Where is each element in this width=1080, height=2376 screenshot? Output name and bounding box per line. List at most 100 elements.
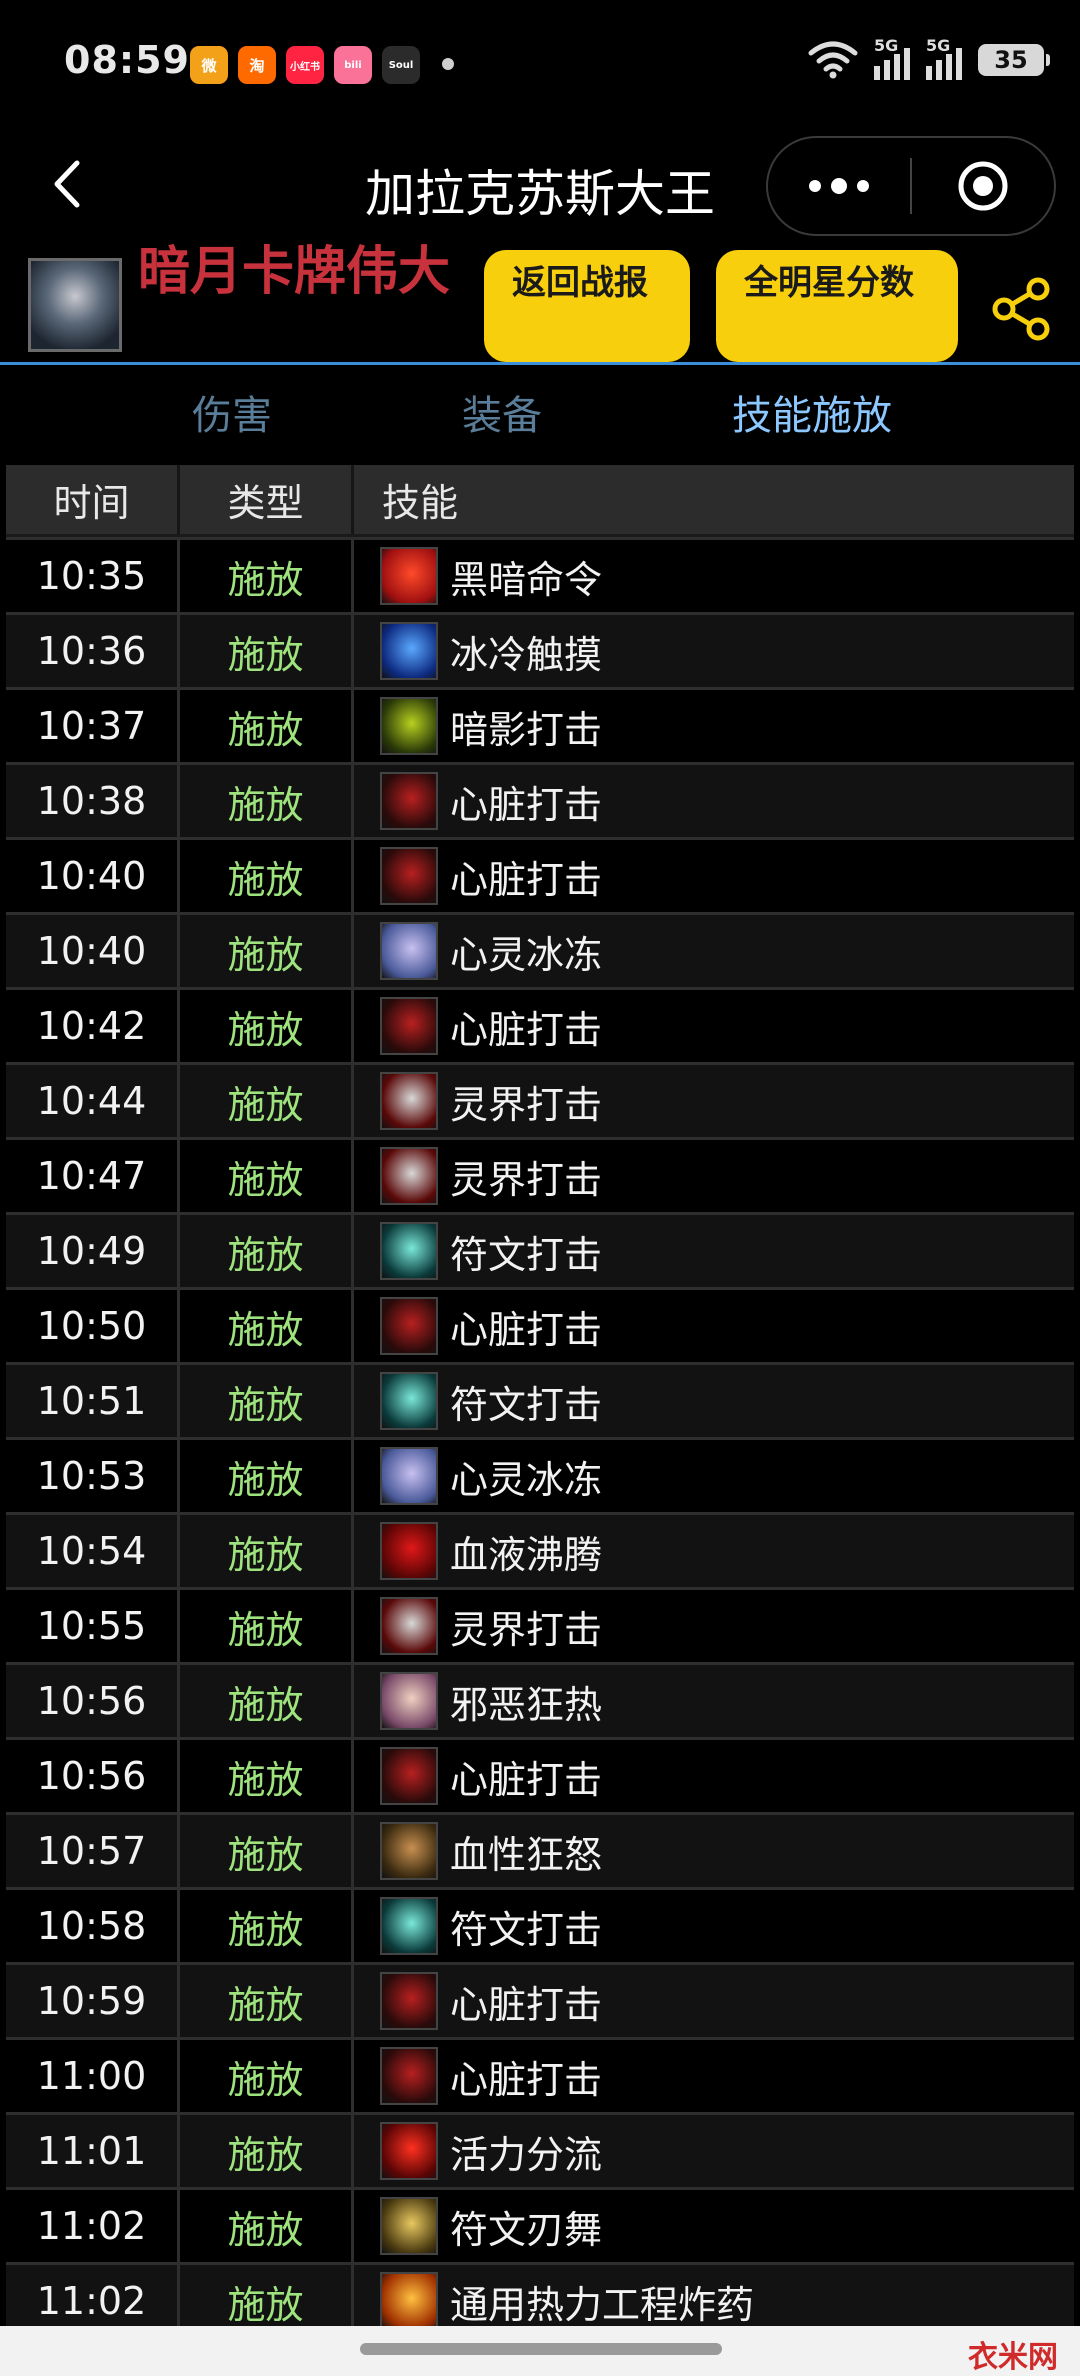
cell-type: 施放	[180, 1065, 354, 1137]
close-miniprogram-button[interactable]	[912, 138, 1054, 234]
cell-type: 施放	[180, 1890, 354, 1962]
table-row: 10:55 施放 灵界打击	[6, 1587, 1074, 1662]
cell-time: 10:49	[6, 1215, 180, 1287]
cell-skill: 心脏打击	[354, 840, 1074, 912]
cell-time: 10:36	[6, 615, 180, 687]
home-indicator[interactable]	[360, 2343, 722, 2355]
tab-damage[interactable]: 伤害	[192, 383, 272, 441]
tab-equipment[interactable]: 装备	[462, 383, 542, 441]
mind-freeze-icon	[380, 1447, 438, 1505]
cell-time: 10:40	[6, 840, 180, 912]
cell-time: 10:51	[6, 1365, 180, 1437]
return-report-button[interactable]: 返回战报	[484, 250, 690, 362]
skill-name: 暗影打击	[450, 707, 603, 752]
signal-1-icon: 5G	[874, 36, 910, 80]
cell-type: 施放	[180, 1515, 354, 1587]
cell-type: 施放	[180, 2115, 354, 2187]
cell-type: 施放	[180, 1590, 354, 1662]
cell-skill: 心灵冰冻	[354, 915, 1074, 987]
cell-type: 施放	[180, 1665, 354, 1737]
share-button[interactable]	[986, 274, 1056, 344]
table-row: 10:51 施放 符文打击	[6, 1362, 1074, 1437]
notification-icons: 微淘小红书 bili Soul	[190, 46, 420, 84]
cell-skill: 灵界打击	[354, 1590, 1074, 1662]
tab-skill-cast[interactable]: 技能施放	[732, 383, 892, 441]
cell-skill: 符文刃舞	[354, 2190, 1074, 2262]
cell-time: 10:55	[6, 1590, 180, 1662]
allstar-score-button[interactable]: 全明星分数	[716, 250, 958, 362]
skill-name: 冰冷触摸	[450, 632, 603, 677]
cell-type: 施放	[180, 1965, 354, 2037]
heart-strike-icon	[380, 2047, 438, 2105]
target-close-icon	[958, 161, 1008, 211]
cell-time: 10:56	[6, 1665, 180, 1737]
cell-time: 11:01	[6, 2115, 180, 2187]
heart-strike-icon	[380, 772, 438, 830]
miniprogram-capsule	[766, 136, 1056, 236]
cell-time: 10:40	[6, 915, 180, 987]
player-header: 暗月卡牌伟大 返回战报 全明星分数	[0, 244, 1080, 364]
xiaohongshu-icon: 小红书	[286, 46, 324, 84]
table-row: 10:42 施放 心脏打击	[6, 987, 1074, 1062]
table-row: 10:56 施放 心脏打击	[6, 1737, 1074, 1812]
rune-strike-icon	[380, 1372, 438, 1430]
table-row: 10:40 施放 心脏打击	[6, 837, 1074, 912]
cell-type: 施放	[180, 615, 354, 687]
heart-strike-icon	[380, 1972, 438, 2030]
death-strike-icon	[380, 1597, 438, 1655]
rune-strike-icon	[380, 1222, 438, 1280]
soul-icon: Soul	[382, 46, 420, 84]
cell-skill: 血性狂怒	[354, 1815, 1074, 1887]
skill-cast-table: 时间 类型 技能 10:35 施放 黑暗命令 10:36 施放 冰冷触摸 10:37 施放 暗影…	[6, 465, 1074, 2337]
cell-skill: 心脏打击	[354, 1740, 1074, 1812]
player-name: 暗月卡牌伟大	[138, 242, 451, 302]
skill-name: 心脏打击	[450, 1307, 603, 1352]
cell-type: 施放	[180, 1740, 354, 1812]
skill-name: 心脏打击	[450, 857, 603, 902]
more-dot-icon	[831, 178, 847, 194]
cell-type: 施放	[180, 1140, 354, 1212]
battery-icon: 35	[978, 44, 1050, 76]
cell-skill: 心脏打击	[354, 2040, 1074, 2112]
cell-time: 10:57	[6, 1815, 180, 1887]
cell-time: 10:50	[6, 1290, 180, 1362]
more-button[interactable]	[768, 138, 910, 234]
cell-type: 施放	[180, 990, 354, 1062]
more-dot-icon	[857, 180, 869, 192]
cell-time: 10:53	[6, 1440, 180, 1512]
bilibili-icon: bili	[334, 46, 372, 84]
cell-skill: 灵界打击	[354, 1140, 1074, 1212]
signal-2-icon: 5G	[926, 36, 962, 80]
nav-bar: 加拉克苏斯大王	[0, 128, 1080, 244]
cell-type: 施放	[180, 840, 354, 912]
cell-type: 施放	[180, 1440, 354, 1512]
skill-name: 通用热力工程炸药	[450, 2282, 755, 2327]
more-notifications-dot	[442, 58, 454, 70]
cell-time: 10:56	[6, 1740, 180, 1812]
status-bar: 08:59 微淘小红书 bili Soul 5G 5G 35	[0, 0, 1080, 128]
cell-skill: 暗影打击	[354, 690, 1074, 762]
skill-name: 心灵冰冻	[450, 1457, 603, 1502]
cell-time: 10:58	[6, 1890, 180, 1962]
header-skill: 技能	[382, 481, 459, 525]
table-row: 10:54 施放 血液沸腾	[6, 1512, 1074, 1587]
cell-time: 10:42	[6, 990, 180, 1062]
cell-time: 10:35	[6, 540, 180, 612]
table-row: 10:47 施放 灵界打击	[6, 1137, 1074, 1212]
cell-skill: 心脏打击	[354, 1290, 1074, 1362]
status-right: 5G 5G 35	[808, 36, 1050, 80]
skill-name: 黑暗命令	[450, 557, 603, 602]
mind-freeze-icon	[380, 922, 438, 980]
cell-type: 施放	[180, 915, 354, 987]
cell-time: 10:38	[6, 765, 180, 837]
shadow-strike-icon	[380, 697, 438, 755]
cell-skill: 黑暗命令	[354, 540, 1074, 612]
cell-skill: 血液沸腾	[354, 1515, 1074, 1587]
header-time: 时间	[6, 465, 180, 534]
player-avatar	[28, 258, 122, 352]
table-row: 10:53 施放 心灵冰冻	[6, 1437, 1074, 1512]
cell-skill: 心灵冰冻	[354, 1440, 1074, 1512]
table-header: 时间 类型 技能	[6, 465, 1074, 537]
cell-time: 11:02	[6, 2190, 180, 2262]
skill-name: 血性狂怒	[450, 1832, 603, 1877]
